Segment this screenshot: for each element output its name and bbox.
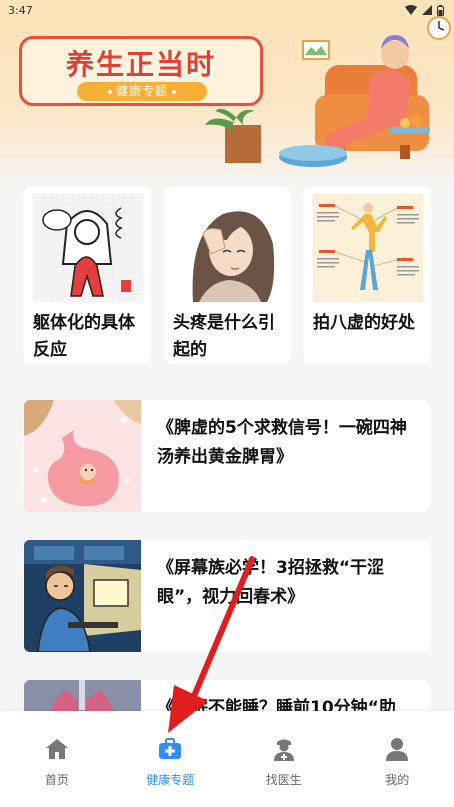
bottom-tab-bar: 首页 健康专题 找医生 我的 <box>0 711 454 807</box>
article-item[interactable]: 《屏幕族必学！3招拯救“干涩眼”，视力回春术》 <box>23 540 431 652</box>
status-time: 3:47 <box>8 3 33 17</box>
topic-card-title: 躯体化的具体反应 <box>33 313 135 360</box>
topic-card-title: 头疼是什么引起的 <box>173 313 275 360</box>
tab-label: 首页 <box>44 773 69 787</box>
tab-label: 我的 <box>385 773 410 787</box>
article-item[interactable]: 《脾虚的5个求救信号！一碗四神汤养出黄金脾胃》 <box>23 400 431 512</box>
article-title: 《脾虚的5个求救信号！一碗四神汤养出黄金脾胃》 <box>157 418 407 467</box>
figure-hugging-knees-image <box>33 194 143 302</box>
screen-worker-image <box>24 540 141 652</box>
article-title: 《屏幕族必学！3招拯救“干涩眼”，视力回春术》 <box>157 558 385 607</box>
doctor-icon <box>273 739 294 761</box>
tab-label: 找医生 <box>265 773 302 787</box>
wifi-icon <box>405 5 417 15</box>
tab-home[interactable]: 首页 <box>0 711 114 807</box>
banner-card: 养生正当时 健康专题 <box>19 36 263 106</box>
home-icon <box>45 739 68 759</box>
tab-find-doctor[interactable]: 找医生 <box>227 711 341 807</box>
tab-health-topics[interactable]: 健康专题 <box>114 711 228 807</box>
battery-icon <box>437 4 444 16</box>
banner-title: 养生正当时 <box>65 48 216 81</box>
topic-card[interactable]: 头疼是什么引起的 <box>163 186 291 364</box>
topic-card[interactable]: 躯体化的具体反应 <box>23 186 151 364</box>
topic-grid: 躯体化的具体反应 头疼是什么引起的 拍八虚的好处 <box>23 186 431 364</box>
tab-label: 健康专题 <box>146 773 195 787</box>
signal-icon <box>422 5 432 15</box>
topic-card-title: 拍八虚的好处 <box>313 313 415 333</box>
body-points-diagram-image <box>313 194 423 302</box>
stomach-cartoon-image <box>24 400 141 512</box>
tab-mine[interactable]: 我的 <box>341 711 454 807</box>
topic-card[interactable]: 拍八虚的好处 <box>303 186 431 364</box>
status-bar: 3:47 <box>0 0 454 20</box>
person-icon <box>386 738 409 761</box>
banner-subtitle: 健康专题 <box>77 82 207 101</box>
medical-kit-icon <box>159 738 182 759</box>
woman-headache-image <box>173 194 283 302</box>
banner[interactable]: 养生正当时 健康专题 <box>0 0 454 188</box>
